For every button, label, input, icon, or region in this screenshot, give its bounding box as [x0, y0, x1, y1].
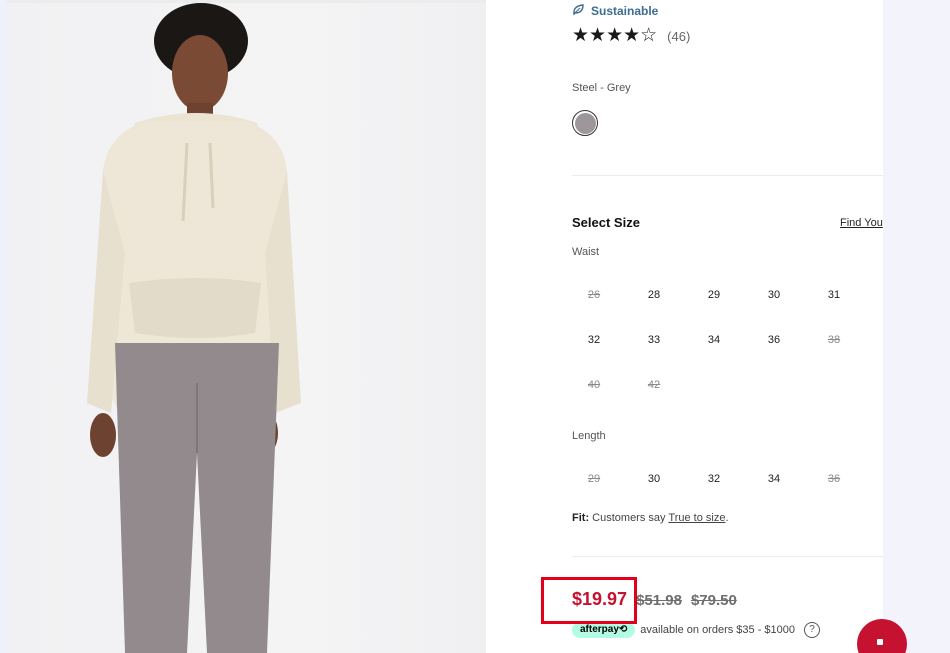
right-gutter [883, 0, 950, 653]
rating-stars-icon: ★★★★☆ [572, 25, 658, 46]
fit-note: Fit: Customers say True to size. [572, 512, 729, 524]
fit-text: Customers say [589, 512, 669, 524]
length-size-option[interactable]: 36 [804, 456, 864, 501]
waist-size-option[interactable]: 28 [624, 272, 684, 317]
waist-size-option[interactable]: 38 [804, 317, 864, 362]
price-highlight-box [541, 577, 637, 624]
color-name: Steel - Grey [572, 82, 631, 94]
length-size-option[interactable]: 30 [624, 456, 684, 501]
waist-size-option[interactable]: 31 [804, 272, 864, 317]
afterpay-text: available on orders $35 - $1000 [640, 624, 796, 636]
swatch-fill [574, 112, 596, 134]
sustainable-label: Sustainable [591, 4, 659, 18]
review-count[interactable]: (46) [667, 29, 690, 44]
divider-top [572, 175, 883, 176]
help-icon[interactable]: ? [804, 622, 821, 638]
length-size-option[interactable]: 32 [684, 456, 744, 501]
was-price-2: $79.50 [690, 592, 737, 609]
waist-size-option[interactable]: 30 [744, 272, 804, 317]
fit-end: . [725, 512, 729, 524]
waist-size-option[interactable]: 29 [684, 272, 744, 317]
select-size-title: Select Size [572, 215, 640, 230]
color-swatch-steel-grey[interactable] [572, 110, 598, 136]
length-size-option[interactable]: 34 [744, 456, 804, 501]
rating-summary[interactable]: ★★★★☆ (46) [572, 26, 690, 46]
model-hand-left [90, 413, 116, 457]
waist-size-option[interactable]: 36 [744, 317, 804, 362]
divider-bottom [572, 556, 883, 557]
left-rail [0, 0, 7, 653]
waist-label: Waist [572, 246, 600, 258]
waist-size-option[interactable]: 26 [564, 272, 624, 317]
true-to-size-link[interactable]: True to size [668, 512, 725, 524]
afterpay-row: afterpay⟲ available on orders $35 - $100… [572, 622, 821, 638]
waist-size-option[interactable]: 40 [564, 362, 624, 407]
length-size-option[interactable]: 29 [564, 456, 624, 501]
fit-label: Fit: [572, 512, 590, 524]
waist-size-option[interactable]: 32 [564, 317, 624, 362]
sustainable-tag[interactable]: Sustainable [572, 3, 658, 19]
model-illustration [87, 3, 301, 653]
product-image[interactable] [7, 3, 486, 653]
was-price-1: $51.98 [636, 592, 682, 609]
find-your-size-link[interactable]: Find You [840, 217, 883, 229]
waist-size-option[interactable]: 34 [684, 317, 744, 362]
product-info-panel: Sustainable ★★★★☆ (46) Steel - Grey Sele… [486, 0, 883, 653]
length-size-grid: 29 30 32 34 36 [564, 456, 864, 501]
hoodie-pocket [129, 278, 261, 338]
length-label: Length [572, 430, 606, 442]
product-page: Sustainable ★★★★☆ (46) Steel - Grey Sele… [0, 0, 950, 653]
model-face [172, 35, 228, 111]
leaf-icon [572, 3, 585, 19]
waist-size-option[interactable]: 42 [624, 362, 684, 407]
afterpay-badge[interactable]: afterpay⟲ [572, 622, 636, 638]
chat-icon [877, 639, 883, 645]
waist-size-grid: 26 28 29 30 31 32 33 34 36 38 40 42 [564, 272, 864, 407]
waist-size-option[interactable]: 33 [624, 317, 684, 362]
